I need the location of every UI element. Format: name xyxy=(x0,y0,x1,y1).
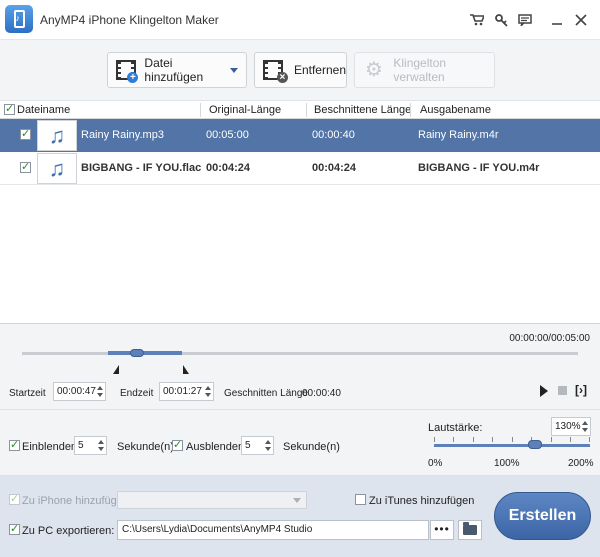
table-header: Dateiname Original-Länge Beschnittene Lä… xyxy=(0,101,600,119)
spinner-arrows-icon[interactable] xyxy=(204,384,212,399)
add-to-itunes-checkbox[interactable] xyxy=(355,494,366,505)
cart-icon[interactable] xyxy=(466,10,488,30)
playhead-handle[interactable] xyxy=(130,349,144,357)
trimmed-length: 00:04:24 xyxy=(312,162,357,174)
original-length: 00:04:24 xyxy=(206,162,251,174)
add-file-icon: + xyxy=(116,59,139,83)
spinner-arrows-icon[interactable] xyxy=(264,438,272,453)
output-name[interactable]: BIGBANG - IF YOU.m4r xyxy=(418,162,539,174)
key-icon[interactable] xyxy=(490,10,512,30)
fade-in-unit: Sekunde(n) xyxy=(117,441,174,453)
effects-panel: Einblenden 5 Sekunde(n) Ausblenden 5 Sek… xyxy=(0,410,600,476)
row-checkbox[interactable] xyxy=(20,127,31,140)
volume-scale-max: 200% xyxy=(568,458,594,469)
trim-track[interactable] xyxy=(22,349,578,357)
start-time-field[interactable]: 00:00:47 xyxy=(53,382,106,401)
volume-scale-min: 0% xyxy=(428,458,443,469)
fade-out-label: Ausblenden xyxy=(186,441,245,453)
trimmed-length: 00:00:40 xyxy=(312,129,355,141)
export-to-pc-label: Zu PC exportieren: xyxy=(22,525,115,537)
browse-button[interactable]: ••• xyxy=(430,520,454,540)
volume-slider-handle[interactable] xyxy=(528,440,542,449)
file-name: Rainy Rainy.mp3 xyxy=(81,129,164,141)
play-icon[interactable] xyxy=(540,385,548,397)
gear-icon: ⚙ xyxy=(365,59,383,81)
create-button[interactable]: Erstellen xyxy=(494,492,591,540)
close-icon[interactable] xyxy=(570,10,592,30)
spinner-arrows-icon[interactable] xyxy=(96,384,104,399)
app-logo-icon xyxy=(5,5,33,33)
title-bar: AnyMP4 iPhone Klingelton Maker xyxy=(0,0,600,40)
feedback-icon[interactable] xyxy=(514,10,536,30)
cut-length-label: Geschnitten Länge xyxy=(224,388,308,399)
row-checkbox[interactable] xyxy=(20,160,31,173)
fade-in-checkbox[interactable] xyxy=(9,438,20,451)
spinner-arrows-icon[interactable] xyxy=(581,419,589,434)
original-length: 00:05:00 xyxy=(206,129,249,141)
manage-ringtone-button[interactable]: ⚙ Klingelton verwalten xyxy=(354,52,495,88)
add-to-iphone-label: Zu iPhone hinzufügen: xyxy=(22,495,133,507)
fade-out-field[interactable]: 5 xyxy=(241,436,274,455)
music-note-icon: ♫ xyxy=(37,120,77,151)
music-note-icon: ♫ xyxy=(37,153,77,184)
open-folder-button[interactable] xyxy=(458,520,482,540)
file-list-empty-area xyxy=(0,186,600,324)
spinner-arrows-icon[interactable] xyxy=(97,438,105,453)
remove-file-icon: × xyxy=(263,59,288,83)
end-time-label: Endzeit xyxy=(120,388,154,399)
end-marker-handle[interactable] xyxy=(183,365,189,374)
stop-icon[interactable] xyxy=(558,386,567,395)
add-to-itunes-label: Zu iTunes hinzufügen xyxy=(369,495,475,507)
start-marker-handle[interactable] xyxy=(113,365,119,374)
add-file-button[interactable]: + Datei hinzufügen xyxy=(107,52,247,88)
trim-selection xyxy=(108,351,182,355)
export-to-pc-checkbox[interactable] xyxy=(9,522,20,535)
table-row[interactable]: ♫ BIGBANG - IF YOU.flac 00:04:24 00:04:2… xyxy=(0,152,600,185)
column-header-filename[interactable]: Dateiname xyxy=(17,104,70,116)
folder-icon xyxy=(463,522,477,535)
iphone-device-select[interactable] xyxy=(117,491,307,509)
dropdown-arrow-icon[interactable] xyxy=(230,67,238,73)
remove-label: Entfernen xyxy=(293,63,346,77)
end-time-field[interactable]: 00:01:27 xyxy=(159,382,214,401)
column-header-output[interactable]: Ausgabename xyxy=(420,104,491,116)
minimize-icon[interactable] xyxy=(546,10,568,30)
output-panel: Zu iPhone hinzufügen: Zu iTunes hinzufüg… xyxy=(0,476,600,557)
volume-slider[interactable] xyxy=(434,437,590,449)
file-name: BIGBANG - IF YOU.flac xyxy=(81,162,202,174)
output-name[interactable]: Rainy Rainy.m4r xyxy=(418,129,499,141)
volume-scale-mid: 100% xyxy=(494,458,520,469)
start-time-label: Startzeit xyxy=(9,388,46,399)
toolbar: + Datei hinzufügen × Entfernen ⚙ Klingel… xyxy=(0,40,600,101)
playback-position: 00:00:00/00:05:00 xyxy=(509,333,590,344)
clip-icon[interactable]: [›] xyxy=(575,383,591,397)
cut-length-value: 00:00:40 xyxy=(302,388,341,399)
add-to-iphone-checkbox[interactable] xyxy=(9,492,20,505)
volume-field[interactable]: 130% xyxy=(551,417,591,436)
manage-ringtone-label: Klingelton verwalten xyxy=(393,56,447,84)
app-title: AnyMP4 iPhone Klingelton Maker xyxy=(40,13,219,27)
volume-label: Lautstärke: xyxy=(428,422,483,434)
column-header-trimmed[interactable]: Beschnittene Länge xyxy=(314,104,411,116)
trim-panel: 00:00:00/00:05:00 Startzeit 00:00:47 End… xyxy=(0,324,600,410)
remove-button[interactable]: × Entfernen xyxy=(254,52,347,88)
column-header-original[interactable]: Original-Länge xyxy=(209,104,281,116)
fade-in-label: Einblenden xyxy=(22,441,78,453)
fade-out-checkbox[interactable] xyxy=(172,438,183,451)
output-path-field[interactable]: C:\Users\Lydia\Documents\AnyMP4 Studio xyxy=(117,520,429,540)
add-file-label: Datei hinzufügen xyxy=(144,56,204,84)
fade-out-unit: Sekunde(n) xyxy=(283,441,340,453)
select-all-checkbox[interactable] xyxy=(4,102,15,115)
table-row[interactable]: ♫ Rainy Rainy.mp3 00:05:00 00:00:40 Rain… xyxy=(0,119,600,152)
fade-in-field[interactable]: 5 xyxy=(74,436,107,455)
